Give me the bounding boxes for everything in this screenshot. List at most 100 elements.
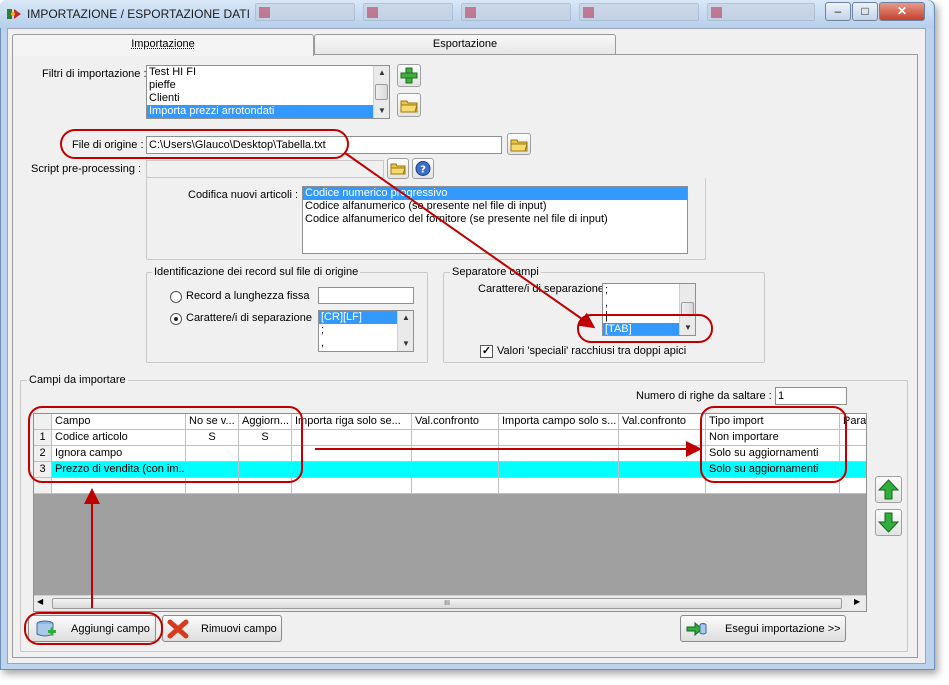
grid-cell[interactable]	[292, 462, 412, 478]
grid-cell[interactable]: Ignora campo	[52, 446, 186, 462]
scroll-down-icon[interactable]: ▼	[680, 321, 695, 335]
close-button[interactable]: ✕	[879, 2, 925, 21]
scroll-up-icon[interactable]: ▲	[374, 66, 389, 80]
scroll-thumb[interactable]	[681, 302, 694, 316]
grid-cell[interactable]	[619, 446, 706, 462]
filter-item[interactable]: Test HI FI	[147, 66, 389, 79]
grid-cell[interactable]	[52, 478, 186, 494]
scroll-right-icon[interactable]: ▶	[854, 597, 860, 606]
open-filter-button[interactable]	[397, 93, 421, 117]
grid-cell[interactable]	[186, 478, 239, 494]
filter-item[interactable]: pieffe	[147, 79, 389, 92]
grid-cell[interactable]	[499, 446, 619, 462]
grid-cell[interactable]	[619, 462, 706, 478]
grid-column-header[interactable]: Val.confronto	[619, 414, 706, 430]
remove-field-button[interactable]: Rimuovi campo	[162, 615, 282, 642]
tab-esportazione[interactable]: Esportazione	[314, 34, 616, 55]
add-field-button[interactable]: Aggiungi campo	[28, 615, 156, 642]
grid-column-header[interactable]: No se v...	[186, 414, 239, 430]
grid-cell[interactable]: S	[186, 430, 239, 446]
record-separator-selected[interactable]: [CR][LF]	[319, 311, 397, 324]
window-title: IMPORTAZIONE / ESPORTAZIONE DATI	[27, 7, 250, 21]
grid-cell[interactable]	[499, 430, 619, 446]
grid-cell[interactable]	[412, 478, 499, 494]
move-down-button[interactable]	[875, 509, 902, 536]
filter-item[interactable]: Clienti	[147, 92, 389, 105]
grid-cell[interactable]	[412, 446, 499, 462]
skip-rows-input[interactable]: 1	[775, 387, 847, 405]
background-taskbar-tabs	[255, 3, 815, 23]
browse-script-button[interactable]	[387, 158, 409, 179]
plus-icon	[400, 67, 418, 84]
grid-cell[interactable]	[412, 430, 499, 446]
fixed-length-input[interactable]	[318, 287, 414, 304]
filters-listbox[interactable]: Test HI FI pieffe Clienti Importa prezzi…	[146, 65, 390, 119]
coding-option[interactable]: Codice alfanumerico (se presente nel fil…	[303, 200, 687, 213]
run-import-button[interactable]: Esegui importazione >>	[680, 615, 846, 642]
record-separator-scrollbar[interactable]: ▲ ▼	[397, 311, 413, 351]
grid-column-header[interactable]: Tipo import	[706, 414, 840, 430]
grid-cell[interactable]: Solo su aggiornamenti	[706, 462, 840, 478]
filter-item-selected[interactable]: Importa prezzi arrotondati	[147, 105, 389, 118]
grid-cell[interactable]: Prezzo di vendita (con im...	[52, 462, 186, 478]
special-values-checkbox[interactable]: ✓	[480, 345, 493, 358]
coding-label: Codifica nuovi articoli :	[188, 189, 299, 201]
separator-radio[interactable]	[170, 313, 182, 325]
grid-cell[interactable]: S	[239, 430, 292, 446]
grid-cell[interactable]	[239, 478, 292, 494]
grid-cell[interactable]	[292, 446, 412, 462]
grid-column-header[interactable]: Importa riga solo se...	[292, 414, 412, 430]
add-filter-button[interactable]	[397, 64, 421, 87]
maximize-button[interactable]: □	[852, 2, 878, 21]
source-file-input[interactable]: C:\Users\Glauco\Desktop\Tabella.txt	[146, 136, 502, 154]
grid-cell[interactable]	[499, 478, 619, 494]
grid-cell[interactable]	[840, 446, 866, 462]
grid-cell[interactable]	[619, 430, 706, 446]
grid-column-header[interactable]: Importa campo solo s...	[499, 414, 619, 430]
grid-cell[interactable]	[619, 478, 706, 494]
minimize-button[interactable]: –	[825, 2, 851, 21]
grid-cell[interactable]	[840, 462, 866, 478]
grid-column-header[interactable]: Campo	[52, 414, 186, 430]
grid-cell[interactable]	[186, 446, 239, 462]
grid-cell[interactable]	[706, 478, 840, 494]
script-input[interactable]	[146, 160, 384, 178]
coding-option[interactable]: Codice alfanumerico del fornitore (se pr…	[303, 213, 687, 226]
grid-cell[interactable]	[412, 462, 499, 478]
grid-cell[interactable]	[239, 446, 292, 462]
fields-grid[interactable]: Campo No se v... Aggiorn... Importa riga so…	[33, 413, 867, 612]
grid-cell[interactable]	[840, 430, 866, 446]
coding-option-selected[interactable]: Codice numerico progressivo	[303, 187, 687, 200]
scroll-up-icon[interactable]: ▲	[398, 311, 413, 325]
grid-cell[interactable]: Solo su aggiornamenti	[706, 446, 840, 462]
grid-cell[interactable]	[239, 462, 292, 478]
field-separator-selected[interactable]: [TAB]	[603, 323, 679, 335]
grid-cell[interactable]	[499, 462, 619, 478]
grid-column-header[interactable]: Aggiorn...	[239, 414, 292, 430]
move-up-button[interactable]	[875, 476, 902, 503]
grid-cell[interactable]	[840, 478, 866, 494]
scroll-thumb[interactable]: III	[52, 598, 842, 609]
coding-listbox[interactable]: Codice numerico progressivo Codice alfan…	[302, 186, 688, 254]
scroll-down-icon[interactable]: ▼	[374, 104, 389, 118]
special-values-label: Valori 'speciali' racchiusi tra doppi ap…	[497, 345, 687, 357]
fixed-length-radio[interactable]	[170, 291, 182, 303]
grid-cell[interactable]	[186, 462, 239, 478]
filters-scrollbar[interactable]: ▲ ▼	[373, 66, 389, 118]
tab-importazione[interactable]: Importazione	[12, 34, 314, 56]
grid-column-header[interactable]: Val.confronto	[412, 414, 499, 430]
field-separator-listbox[interactable]: ; , | [TAB] ▼	[602, 283, 696, 336]
grid-column-header[interactable]: Para	[840, 414, 866, 430]
grid-horizontal-scrollbar[interactable]: ◀ III ▶	[34, 595, 866, 611]
grid-cell[interactable]: Codice articolo	[52, 430, 186, 446]
field-separator-scrollbar[interactable]: ▼	[679, 284, 695, 335]
grid-cell[interactable]: Non importare	[706, 430, 840, 446]
grid-cell[interactable]	[292, 430, 412, 446]
scroll-down-icon[interactable]: ▼	[398, 337, 413, 351]
browse-source-file-button[interactable]	[507, 133, 531, 155]
scroll-left-icon[interactable]: ◀	[37, 597, 43, 606]
grid-cell[interactable]	[292, 478, 412, 494]
script-help-button[interactable]: ?	[412, 158, 434, 179]
record-separator-listbox[interactable]: [CR][LF] ; , ▲ ▼	[318, 310, 414, 352]
scroll-thumb[interactable]	[375, 84, 388, 100]
